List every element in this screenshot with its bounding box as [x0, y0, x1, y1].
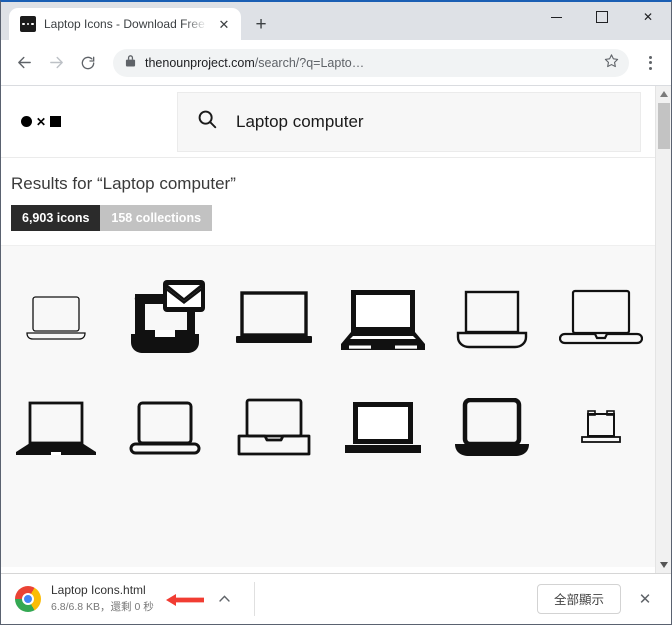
results-tabs: 6,903 icons 158 collections: [11, 205, 655, 231]
icon-card-laptop-tray-outline[interactable]: [219, 374, 328, 484]
back-icon[interactable]: [9, 48, 39, 78]
tab-collections[interactable]: 158 collections: [100, 205, 213, 231]
new-tab-button[interactable]: +: [247, 10, 275, 38]
dots-favicon-icon: [20, 16, 36, 32]
browser-toolbar: thenounproject.com/search/?q=Lapto…: [1, 40, 671, 86]
forward-icon: [41, 48, 71, 78]
download-bar-divider: [253, 581, 255, 616]
tab-title: Laptop Icons - Download Free V: [44, 17, 207, 31]
icon-card-laptop-rounded-solid-base[interactable]: [437, 374, 546, 484]
scroll-down-arrow-icon[interactable]: [656, 557, 671, 573]
icon-card-laptop-thin-outline[interactable]: [1, 264, 110, 374]
logo-circle-icon: [21, 116, 32, 127]
download-status: 6.8/6.8 KB，還剩 0 秒: [51, 601, 154, 613]
download-item[interactable]: Laptop Icons.html 6.8/6.8 KB，還剩 0 秒: [51, 583, 154, 614]
show-all-downloads-button[interactable]: 全部顯示: [536, 583, 621, 614]
icon-card-laptop-open-angled-solid[interactable]: [328, 264, 437, 374]
address-bar[interactable]: thenounproject.com/search/?q=Lapto…: [113, 48, 629, 77]
download-bar: Laptop Icons.html 6.8/6.8 KB，還剩 0 秒 全部顯示…: [1, 573, 671, 623]
results-heading: Results for “Laptop computer”: [11, 174, 236, 193]
reload-icon[interactable]: [73, 48, 103, 78]
url-domain: thenounproject.com: [145, 55, 255, 70]
icon-card-laptop-solid-wide-base[interactable]: [1, 374, 110, 484]
chrome-file-icon: [15, 585, 41, 612]
minimize-button[interactable]: [533, 2, 579, 32]
download-menu-chevron-icon[interactable]: [214, 588, 236, 610]
tab-laptop-icons[interactable]: Laptop Icons - Download Free V ✕: [9, 8, 241, 40]
tab-close-icon[interactable]: ✕: [215, 15, 233, 33]
icon-card-laptop-email-solid[interactable]: [110, 264, 219, 374]
close-window-button[interactable]: ✕: [625, 2, 671, 32]
url-path: /search/?q=Lapto…: [254, 55, 365, 70]
icon-card-laptop-solid-base[interactable]: [219, 264, 328, 374]
site-header: ✕ Laptop computer: [1, 86, 655, 158]
noun-project-logo[interactable]: ✕: [21, 116, 177, 128]
icon-grid: [1, 245, 655, 567]
browser-menu-button[interactable]: [637, 48, 663, 78]
web-page: ✕ Laptop computer Results for “Laptop co…: [1, 86, 655, 573]
tab-icons[interactable]: 6,903 icons: [11, 205, 101, 231]
star-icon[interactable]: [604, 53, 619, 73]
page-viewport: ✕ Laptop computer Results for “Laptop co…: [1, 86, 671, 573]
icon-card-laptop-bold-filled[interactable]: [328, 374, 437, 484]
tab-strip: Laptop Icons - Download Free V ✕ + ✕: [1, 2, 671, 40]
logo-square-icon: [50, 116, 62, 127]
search-icon: [196, 108, 218, 135]
icon-card-laptop-notch-base-outline[interactable]: [546, 264, 655, 374]
icon-card-laptop-rounded-outline[interactable]: [110, 374, 219, 484]
icon-card-laptop-small-outline[interactable]: [546, 374, 655, 484]
icon-grid-row: [1, 264, 655, 374]
logo-x-icon: ✕: [36, 114, 47, 129]
search-input-value: Laptop computer: [236, 111, 364, 131]
icon-grid-row: [1, 374, 655, 484]
annotation-arrow-icon: [165, 593, 204, 606]
scroll-up-arrow-icon[interactable]: [656, 86, 671, 102]
site-search-field[interactable]: Laptop computer: [177, 91, 641, 152]
scrollbar-thumb[interactable]: [658, 103, 670, 149]
browser-window: Laptop Icons - Download Free V ✕ + ✕ the…: [0, 0, 672, 625]
download-file-name: Laptop Icons.html: [51, 583, 146, 597]
address-bar-text: thenounproject.com/search/?q=Lapto…: [145, 56, 595, 70]
icon-card-laptop-rounded-base-outline[interactable]: [437, 264, 546, 374]
lock-icon: [125, 54, 136, 72]
results-header: Results for “Laptop computer” 6,903 icon…: [1, 158, 655, 231]
window-controls: ✕: [533, 2, 671, 32]
close-download-bar-button[interactable]: ✕: [631, 585, 659, 613]
page-scrollbar[interactable]: [655, 86, 671, 573]
maximize-button[interactable]: [579, 2, 625, 32]
